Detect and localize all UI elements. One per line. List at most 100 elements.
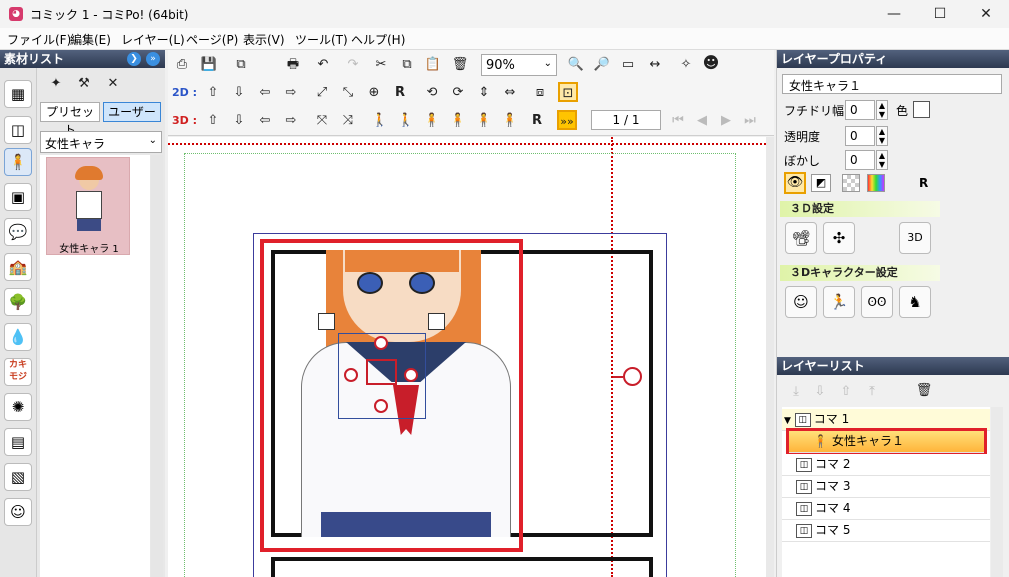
tilt-down-icon[interactable]: ⇩: [229, 111, 249, 131]
reset-props-icon[interactable]: R: [919, 176, 928, 190]
comic-canvas[interactable]: [168, 137, 766, 577]
move-bottom-icon[interactable]: ⤓: [786, 382, 806, 402]
move-up-layer-icon[interactable]: ⇧: [836, 382, 856, 402]
preset-tab[interactable]: プリセット: [40, 102, 100, 137]
menu-view[interactable]: 表示(V): [243, 31, 285, 48]
background-icon[interactable]: ◫: [4, 116, 32, 144]
fit-width-icon[interactable]: ↔: [645, 55, 665, 75]
turn-left-icon[interactable]: ⇦: [255, 111, 275, 131]
close-button[interactable]: ✕: [963, 0, 1009, 28]
cut-icon[interactable]: ✂: [371, 55, 391, 75]
print-preview-icon[interactable]: ⎙: [172, 55, 192, 75]
pose-2-icon[interactable]: 🚶: [396, 111, 416, 131]
user-3d-icon[interactable]: ▧: [4, 463, 32, 491]
page-indicator[interactable]: 1 / 1: [591, 110, 661, 130]
move-down-icon[interactable]: ⇩: [229, 83, 249, 103]
pose-4-icon[interactable]: 🧍: [448, 111, 468, 131]
redo-icon[interactable]: ↷: [343, 55, 363, 75]
light-icon[interactable]: ✣: [823, 222, 855, 254]
building-icon[interactable]: 🏫: [4, 253, 32, 281]
delete-layer-icon[interactable]: 🗑: [914, 381, 934, 401]
reset-3d-icon[interactable]: R: [527, 111, 547, 131]
layer-name-field[interactable]: 女性キャラ１: [782, 74, 1002, 94]
panel-frame-2[interactable]: [271, 557, 653, 577]
move-top-icon[interactable]: ⤒: [862, 382, 882, 402]
rotate-right-icon[interactable]: ⟳: [448, 83, 468, 103]
border-width-spinner-icon[interactable]: ▲ ▼: [876, 100, 888, 120]
turn-right-icon[interactable]: ⇨: [281, 111, 301, 131]
pose-5-icon[interactable]: 🧍: [474, 111, 494, 131]
color-swatch[interactable]: [913, 101, 930, 118]
shrink-3d-icon[interactable]: ⤨: [338, 111, 358, 131]
delete-icon[interactable]: ✕: [103, 74, 123, 94]
menu-page[interactable]: ページ(P): [186, 31, 238, 48]
menu-tool[interactable]: ツール(T): [295, 31, 348, 48]
nav-double-arrow-icon[interactable]: »: [146, 52, 160, 66]
character-thumbnail[interactable]: 女性キャラ 1: [46, 157, 130, 255]
effect-icon[interactable]: ✺: [4, 393, 32, 421]
gradient-icon[interactable]: [867, 174, 885, 192]
text-effect-icon[interactable]: カキ モジ: [4, 358, 32, 386]
mascot-icon[interactable]: ☻: [701, 53, 721, 73]
scale-down-icon[interactable]: ⤡: [338, 83, 358, 103]
panel-layout-icon[interactable]: ▦: [4, 80, 32, 108]
object-3d-icon[interactable]: ▣: [4, 183, 32, 211]
nav-arrow-icon[interactable]: ❯: [127, 52, 141, 66]
rotate-left-icon[interactable]: ⟲: [422, 83, 442, 103]
pose-3-icon[interactable]: 🧍: [422, 111, 442, 131]
layer-row-koma4[interactable]: ◫ コマ 4: [782, 498, 990, 520]
scale-up-icon[interactable]: ⤢: [312, 83, 332, 103]
menu-file[interactable]: ファイル(F): [7, 31, 71, 48]
zoom-out-icon[interactable]: 🔎: [592, 55, 612, 75]
opacity-field[interactable]: 0: [845, 126, 875, 146]
body-icon[interactable]: ♞: [899, 286, 931, 318]
pose-icon[interactable]: 🏃: [823, 286, 855, 318]
guide-handle[interactable]: [623, 367, 642, 386]
magic-icon[interactable]: ✧: [676, 55, 696, 75]
speech-balloon-icon[interactable]: 💬: [4, 218, 32, 246]
flip-vertical-icon[interactable]: ⇕: [474, 83, 494, 103]
lock-icon[interactable]: ⊡: [558, 82, 578, 102]
canvas-scrollbar[interactable]: [766, 137, 774, 577]
next-page-icon[interactable]: ▶: [716, 111, 736, 131]
blur-field[interactable]: 0: [845, 150, 875, 170]
layer-row-koma5[interactable]: ◫ コマ 5: [782, 520, 990, 542]
menu-layer[interactable]: レイヤー(L): [121, 31, 185, 48]
zoom-select[interactable]: 90% ⌄: [481, 54, 557, 76]
camera-icon[interactable]: 📽: [785, 222, 817, 254]
border-width-field[interactable]: 0: [845, 100, 875, 120]
maximize-button[interactable]: ☐: [917, 0, 963, 28]
prev-page-icon[interactable]: ◀: [692, 111, 712, 131]
transparency-icon[interactable]: [842, 174, 860, 192]
expand-3d-icon[interactable]: ⤧: [312, 111, 332, 131]
trash-icon[interactable]: 🗑: [450, 55, 470, 75]
opacity-spinner-icon[interactable]: ▲ ▼: [876, 126, 888, 146]
drop-icon[interactable]: 💧: [4, 323, 32, 351]
last-page-icon[interactable]: ⏭: [740, 111, 760, 131]
print-icon[interactable]: 🖶: [283, 55, 303, 75]
copy-icon[interactable]: ⧉: [397, 55, 417, 75]
move-up-icon[interactable]: ⇧: [203, 83, 223, 103]
export-icon[interactable]: ⧉: [231, 55, 251, 75]
menu-help[interactable]: ヘルプ(H): [351, 31, 405, 48]
render-3d-icon[interactable]: 3D: [899, 222, 931, 254]
character-icon[interactable]: 🧍: [4, 148, 32, 176]
thumbnail-scrollbar[interactable]: [151, 155, 163, 577]
move-left-icon[interactable]: ⇦: [255, 83, 275, 103]
paste-icon[interactable]: 📋: [423, 55, 443, 75]
user-tab[interactable]: ユーザー: [103, 102, 161, 122]
move-right-icon[interactable]: ⇨: [281, 83, 301, 103]
minimize-button[interactable]: —: [871, 0, 917, 28]
face-expression-icon[interactable]: ☺: [785, 286, 817, 318]
first-page-icon[interactable]: ⏮: [668, 111, 688, 131]
mask-icon[interactable]: ◩: [811, 174, 831, 192]
zoom-in-icon[interactable]: 🔍: [566, 55, 586, 75]
hands-icon[interactable]: ʘʘ: [861, 286, 893, 318]
fast-forward-icon[interactable]: »»: [557, 110, 577, 130]
tilt-up-icon[interactable]: ⇧: [203, 111, 223, 131]
fit-page-icon[interactable]: ▭: [618, 55, 638, 75]
menu-edit[interactable]: 編集(E): [70, 31, 111, 48]
reset-2d-icon[interactable]: R: [390, 83, 410, 103]
blur-spinner-icon[interactable]: ▲ ▼: [876, 150, 888, 170]
expand-arrow-icon[interactable]: ▼: [784, 416, 791, 426]
